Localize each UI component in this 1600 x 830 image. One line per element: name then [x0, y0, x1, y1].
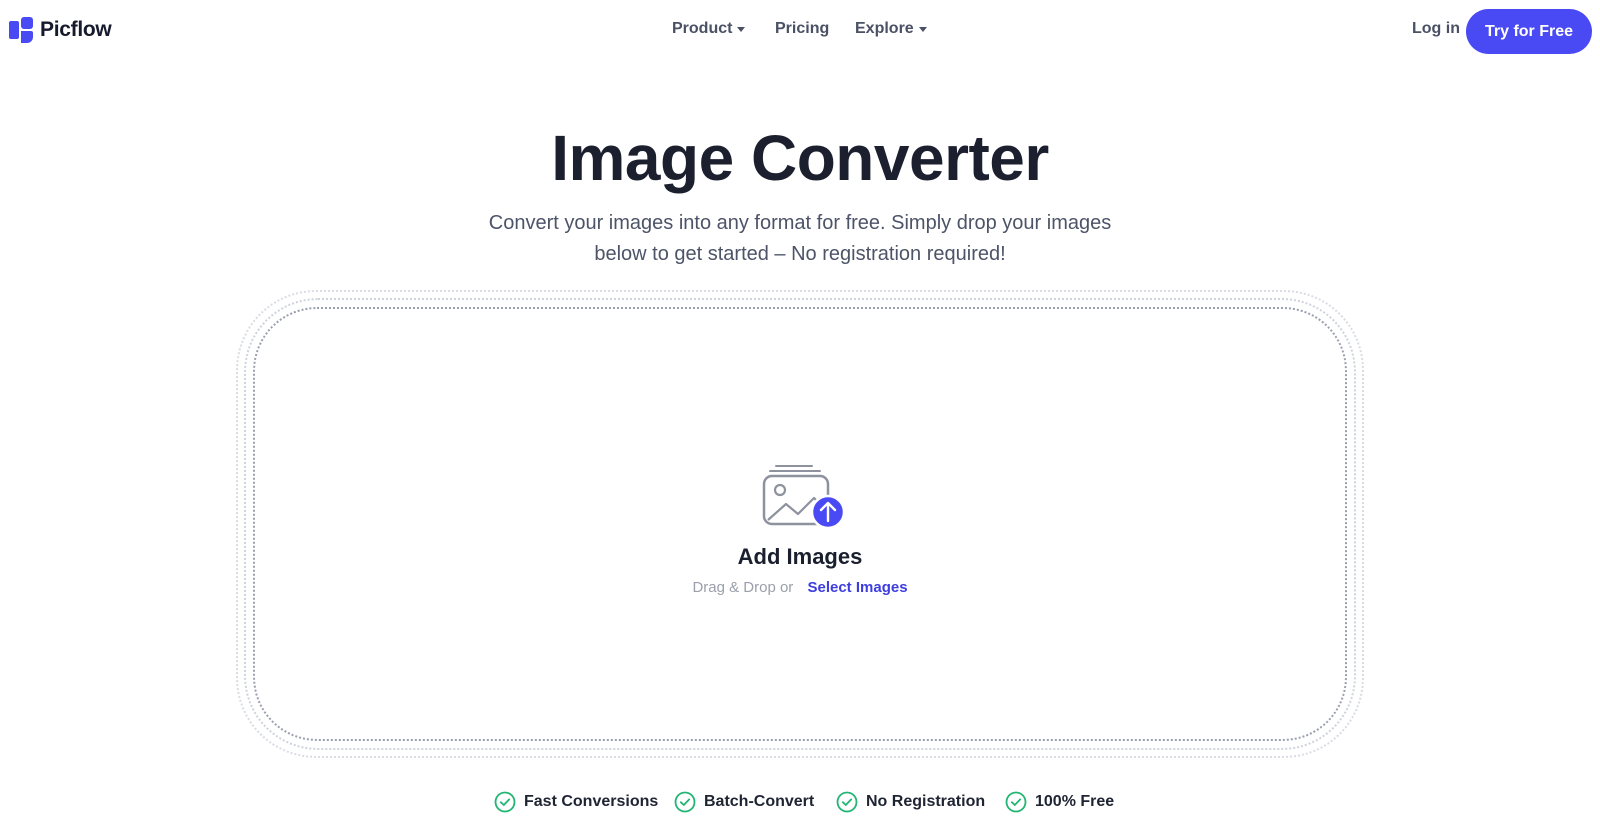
- nav-item-product[interactable]: Product: [672, 20, 746, 38]
- page-subtitle: Convert your images into any format for …: [450, 208, 1150, 270]
- feature-fast-conversions: Fast Conversions: [494, 791, 658, 813]
- subtitle-line: below to get started – No registration r…: [594, 243, 1006, 265]
- main-nav: Product Pricing Explore: [0, 20, 1600, 42]
- feature-100-free: 100% Free: [1005, 791, 1114, 813]
- select-images-link[interactable]: Select Images: [807, 579, 907, 596]
- site-header: Picflow Product Pricing Explore Log in T…: [0, 0, 1600, 62]
- feature-no-registration: No Registration: [836, 791, 985, 813]
- add-images-title: Add Images: [737, 544, 863, 569]
- page-title: Image Converter: [551, 122, 1049, 194]
- feature-label: 100% Free: [1035, 793, 1115, 810]
- feature-label: Fast Conversions: [524, 793, 659, 810]
- dropzone-instructions: Drag & Drop or Select Images: [0, 579, 1600, 596]
- nav-item-explore[interactable]: Explore: [855, 20, 927, 38]
- feature-batch-convert: Batch-Convert: [674, 791, 814, 813]
- feature-label: Batch-Convert: [704, 793, 815, 810]
- nav-item-label: Product: [672, 20, 733, 37]
- check-circle-icon: [674, 791, 696, 813]
- check-circle-icon: [494, 791, 516, 813]
- image-upload-icon: [762, 465, 846, 530]
- nav-item-label: Pricing: [775, 20, 830, 37]
- check-circle-icon: [1005, 791, 1027, 813]
- nav-item-label: Explore: [855, 20, 914, 37]
- subtitle-line: Convert your images into any format for …: [488, 212, 1112, 234]
- chevron-down-icon: [918, 27, 927, 32]
- drag-drop-text: Drag & Drop or: [692, 579, 794, 596]
- check-circle-icon: [836, 791, 858, 813]
- try-for-free-button[interactable]: Try for Free: [1466, 9, 1592, 54]
- chevron-down-icon: [737, 27, 746, 32]
- page: Picflow Product Pricing Explore Log in T…: [0, 0, 1600, 830]
- feature-label: No Registration: [866, 793, 986, 810]
- nav-item-pricing[interactable]: Pricing: [775, 20, 829, 38]
- login-link[interactable]: Log in: [1412, 20, 1460, 38]
- feature-list: Fast Conversions Batch-Convert No Regist…: [0, 791, 1600, 817]
